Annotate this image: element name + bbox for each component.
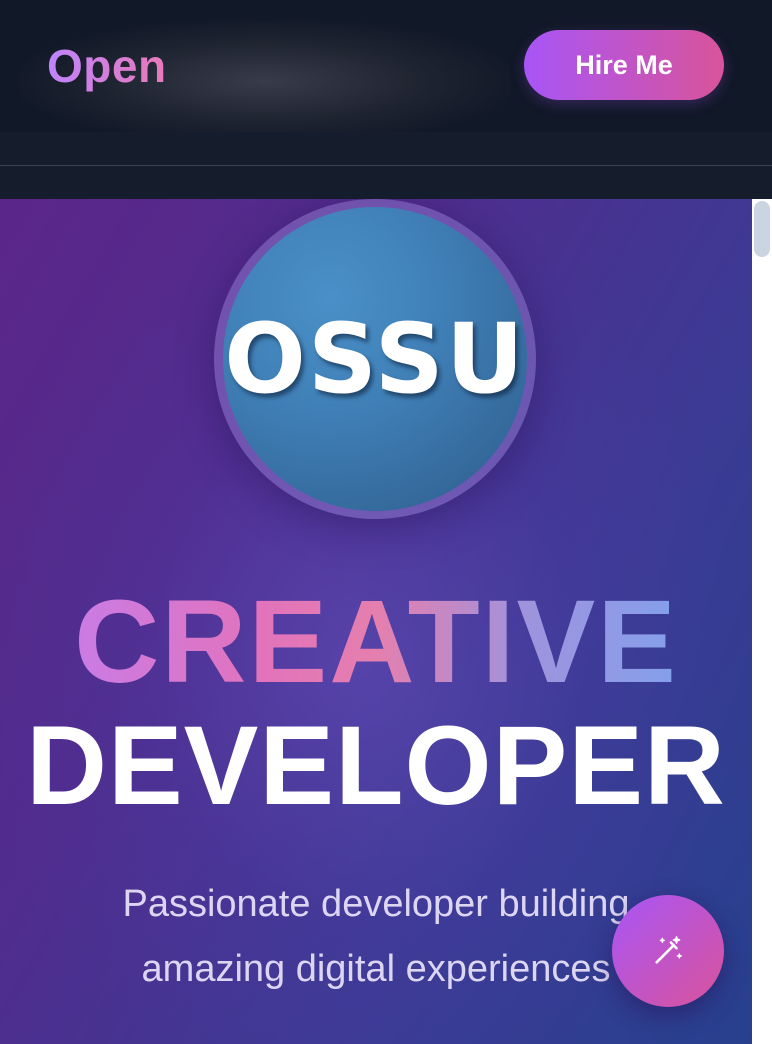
magic-button[interactable] [612,895,724,1007]
hero-title-developer: DEVELOPER [26,703,726,828]
hire-me-button[interactable]: Hire Me [524,30,724,100]
scrollbar[interactable] [752,199,772,1044]
avatar-logo-text: OSSU [224,303,526,415]
magic-wand-icon [655,936,683,964]
brand-logo[interactable]: Open [47,36,167,96]
avatar: OSSU [223,207,527,511]
hero-title-creative: CREATIVE [0,580,752,704]
hire-me-label: Hire Me [575,49,673,80]
scrollbar-thumb[interactable] [754,201,770,257]
divider [0,165,772,166]
navbar: Open Hire Me [0,0,772,132]
page: Open Hire Me OSSU CREATIVE DEVELOPER Pas… [0,0,772,1044]
